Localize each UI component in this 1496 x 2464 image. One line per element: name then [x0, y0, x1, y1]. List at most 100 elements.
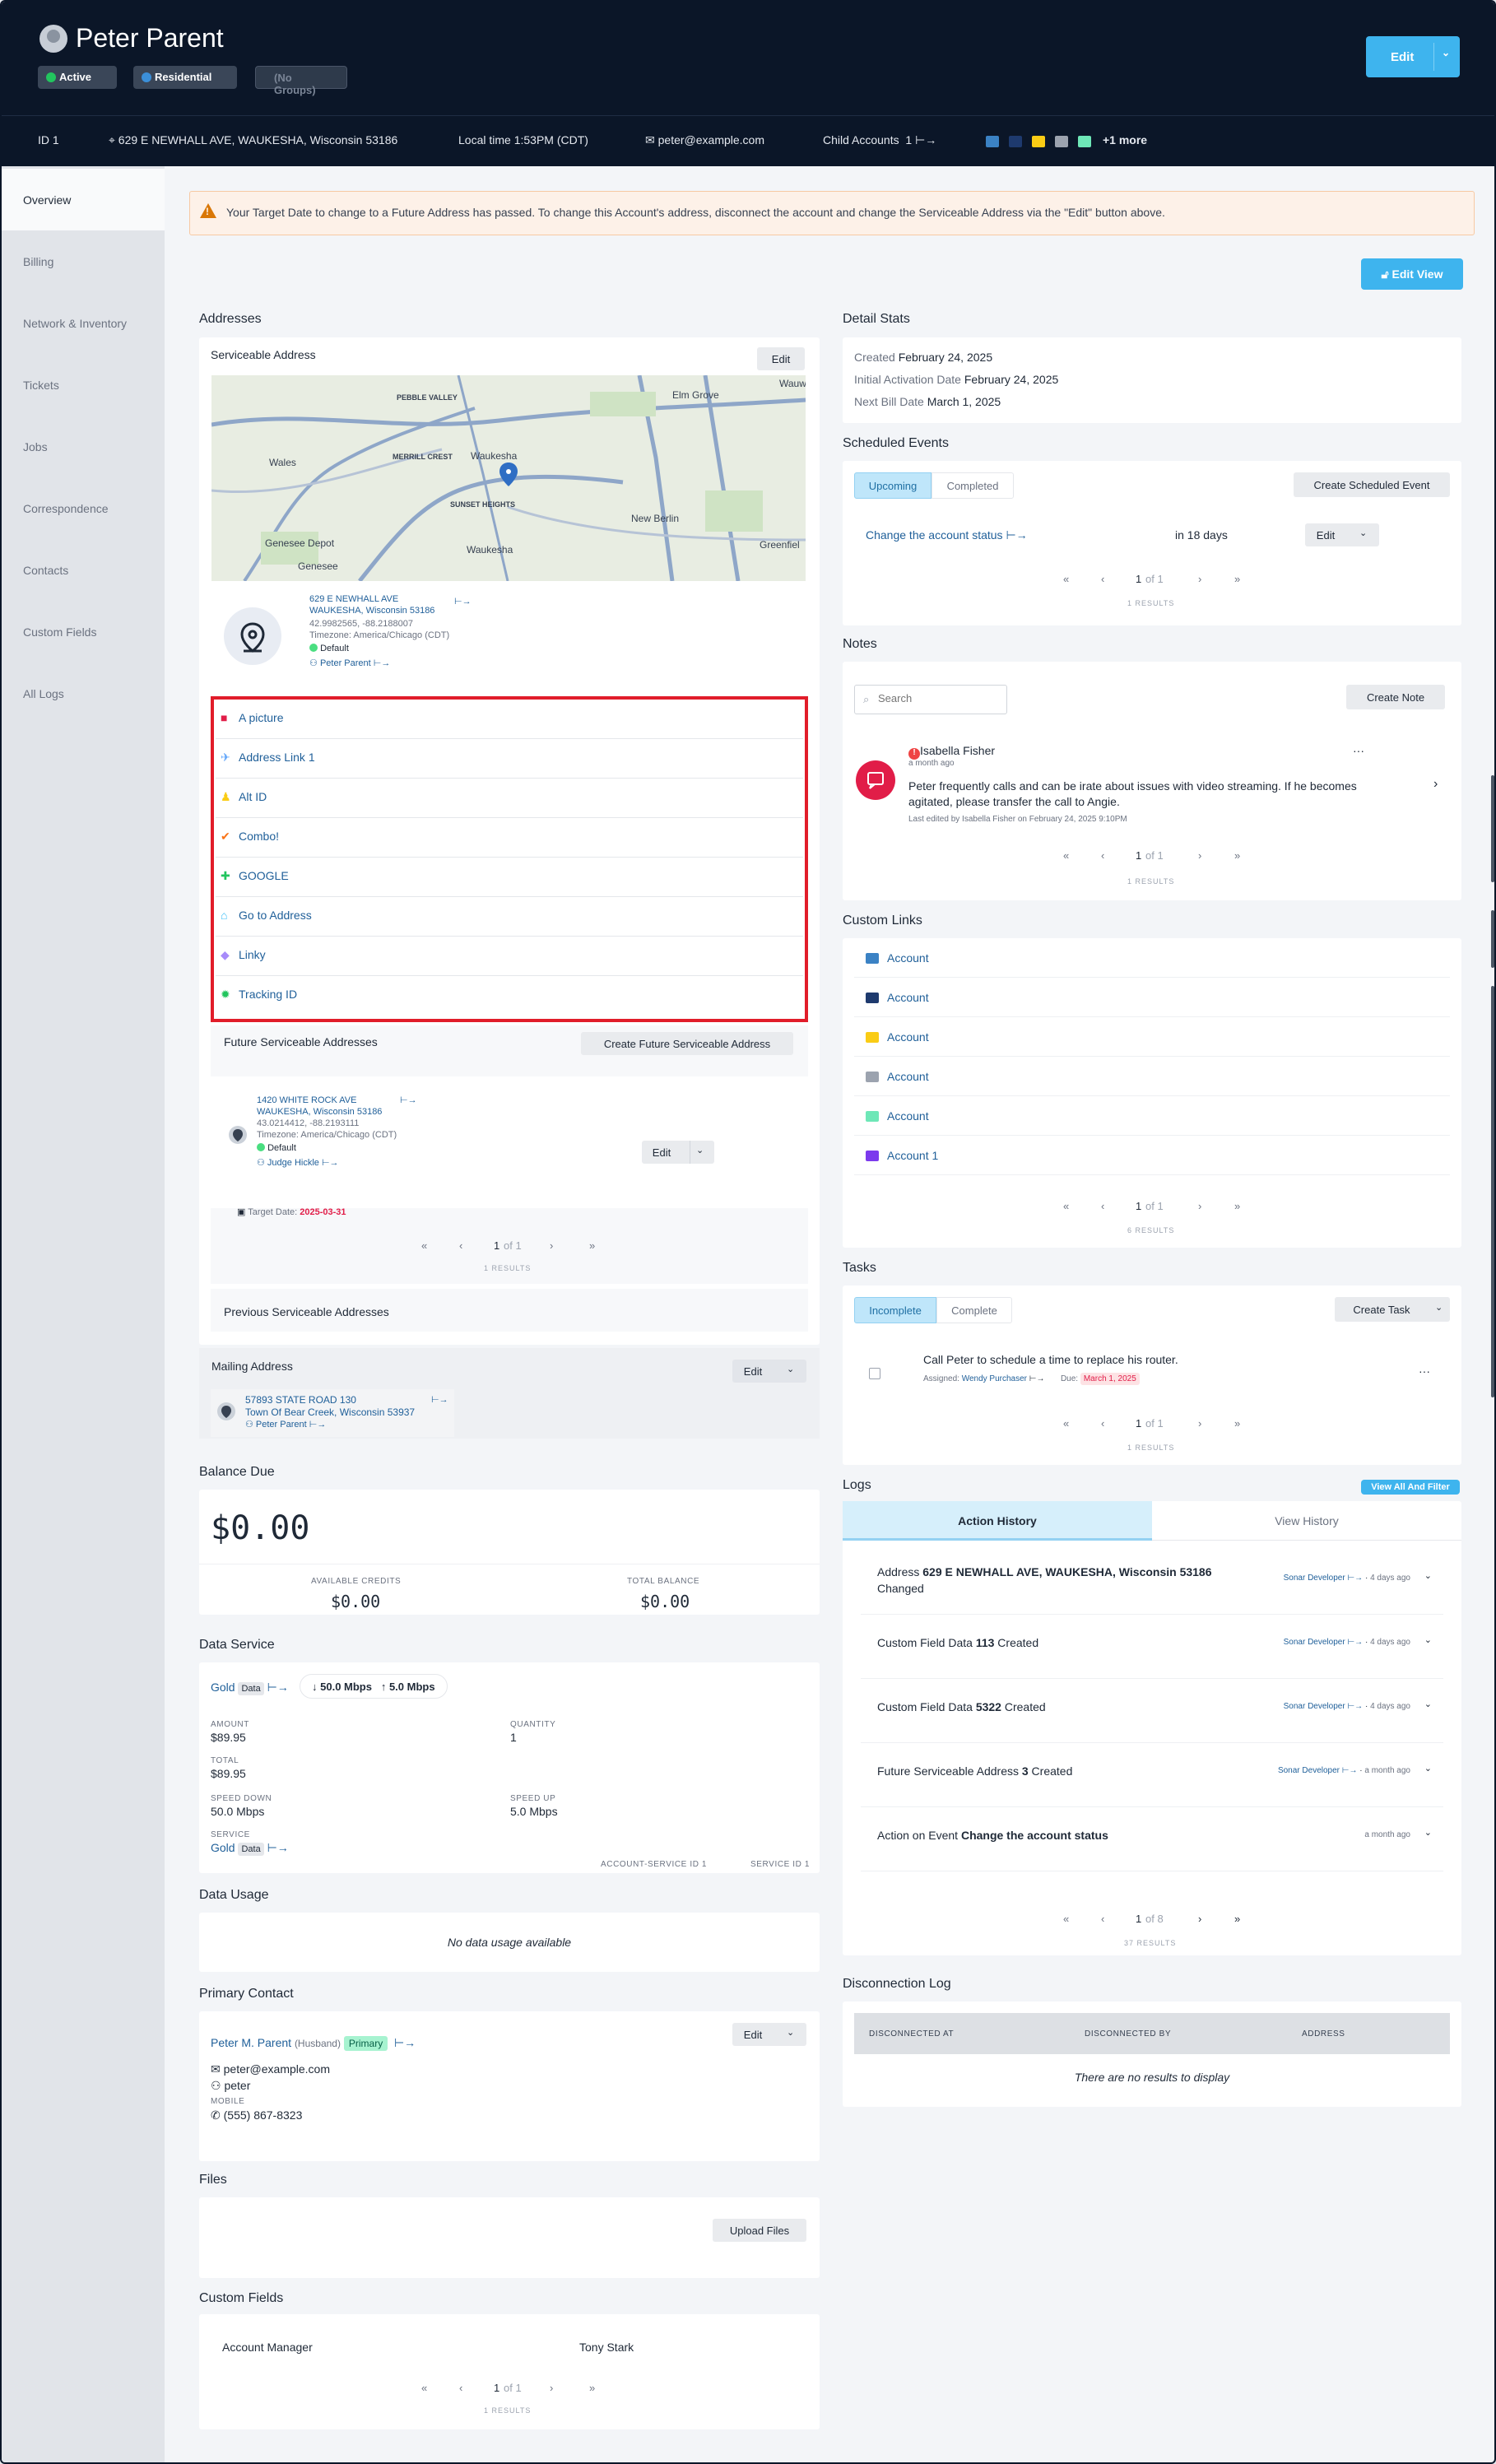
log-entry[interactable]: Custom Field Data 5322 Created Sonar Deve… [861, 1679, 1443, 1743]
address-link-item[interactable]: ✈ Address Link 1 [216, 739, 803, 779]
link-arrow-icon[interactable]: ⊢→ [431, 1394, 448, 1405]
prev-page-icon[interactable]: ‹ [1101, 849, 1104, 862]
last-page-icon[interactable]: » [1234, 1200, 1240, 1212]
next-page-icon[interactable]: › [550, 2382, 553, 2394]
first-page-icon[interactable]: « [1063, 573, 1069, 585]
prev-page-icon[interactable]: ‹ [1101, 1913, 1104, 1925]
account-address[interactable]: ⌖ 629 E NEWHALL AVE, WAUKESHA, Wisconsin… [109, 133, 397, 147]
mailing-contact[interactable]: ⚇ Peter Parent ⊢→ [245, 1419, 415, 1431]
first-page-icon[interactable]: « [1063, 1417, 1069, 1430]
previous-addresses[interactable]: Previous Serviceable Addresses [211, 1289, 808, 1332]
address-link-item[interactable]: ◆ Linky [216, 937, 803, 976]
edit-event-button[interactable]: Edit ⌄ [1305, 523, 1379, 546]
mailing-line2[interactable]: Town Of Bear Creek, Wisconsin 53937 [245, 1406, 415, 1419]
service-link[interactable]: Gold Data ⊢→ [211, 1841, 289, 1856]
edit-contact-button[interactable]: Edit ⌄ [732, 2023, 806, 2046]
log-entry[interactable]: Custom Field Data 113 Created Sonar Devel… [861, 1615, 1443, 1679]
create-future-address-button[interactable]: Create Future Serviceable Address [581, 1032, 793, 1055]
future-address-line2[interactable]: WAUKESHA, Wisconsin 53186 [257, 1106, 397, 1118]
address-link-item[interactable]: ■ A picture [216, 700, 803, 739]
prev-page-icon[interactable]: ‹ [1101, 573, 1104, 585]
log-entry[interactable]: Action on Event Change the account statu… [861, 1807, 1443, 1871]
edit-account-button[interactable]: Edit ⌄ [1366, 36, 1460, 77]
contact-name[interactable]: Peter M. Parent (Husband) Primary ⊢→ [211, 2036, 416, 2051]
tab-incomplete[interactable]: Incomplete [854, 1297, 936, 1323]
prev-page-icon[interactable]: ‹ [459, 1239, 462, 1252]
search-input[interactable] [878, 692, 1001, 704]
sidebar-item-billing[interactable]: Billing [2, 230, 165, 292]
mailing-line1[interactable]: 57893 STATE ROAD 130 [245, 1394, 415, 1406]
scheduled-event[interactable]: Change the account status ⊢→ [866, 528, 1028, 542]
future-contact[interactable]: ⚇ Judge Hickle ⊢→ [257, 1157, 397, 1169]
create-note-button[interactable]: Create Note [1346, 685, 1445, 709]
address-contact[interactable]: ⚇ Peter Parent ⊢→ [309, 658, 449, 669]
scrollbar-thumb[interactable] [1491, 775, 1494, 882]
create-scheduled-event-button[interactable]: Create Scheduled Event [1294, 472, 1450, 497]
tab-action-history[interactable]: Action History [843, 1501, 1152, 1541]
address-link-item[interactable]: ✚ GOOGLE [216, 858, 803, 897]
sidebar-item-correspondence[interactable]: Correspondence [2, 477, 165, 539]
note-menu-icon[interactable]: ··· [1353, 744, 1364, 757]
log-entry[interactable]: Address 629 E NEWHALL AVE, WAUKESHA, Wis… [861, 1550, 1443, 1615]
address-link-item[interactable]: ✔ Combo! [216, 818, 803, 858]
next-page-icon[interactable]: › [1198, 1200, 1201, 1212]
contact-mobile[interactable]: ✆ (555) 867-8323 [211, 2108, 302, 2122]
sidebar-item-network[interactable]: Network & Inventory [2, 292, 165, 354]
next-page-icon[interactable]: › [550, 1239, 553, 1252]
service-plan[interactable]: Gold Data ⊢→ [211, 1681, 289, 1695]
prev-page-icon[interactable]: ‹ [459, 2382, 462, 2394]
create-task-button[interactable]: Create Task ⌄ [1335, 1297, 1450, 1322]
address-link-item[interactable]: ⌂ Go to Address [216, 897, 803, 937]
prev-page-icon[interactable]: ‹ [1101, 1417, 1104, 1430]
more-links[interactable]: +1 more [1103, 133, 1147, 146]
tab-completed[interactable]: Completed [932, 472, 1014, 499]
custom-link-icons[interactable] [986, 135, 1101, 148]
prev-page-icon[interactable]: ‹ [1101, 1200, 1104, 1212]
first-page-icon[interactable]: « [1063, 1913, 1069, 1925]
contact-email[interactable]: ✉ peter@example.com [211, 2062, 330, 2076]
first-page-icon[interactable]: « [1063, 1200, 1069, 1212]
last-page-icon[interactable]: » [1234, 1913, 1240, 1925]
task-menu-icon[interactable]: ··· [1419, 1364, 1430, 1378]
tab-complete[interactable]: Complete [936, 1297, 1012, 1323]
first-page-icon[interactable]: « [421, 1239, 427, 1252]
address-line1[interactable]: 629 E NEWHALL AVE [309, 593, 449, 605]
child-accounts[interactable]: Child Accounts 1 ⊢→ [823, 133, 936, 147]
scrollbar-thumb[interactable] [1491, 986, 1494, 1397]
tab-upcoming[interactable]: Upcoming [854, 472, 932, 499]
tab-view-history[interactable]: View History [1152, 1501, 1461, 1541]
edit-mailing-button[interactable]: Edit ⌄ [732, 1360, 806, 1383]
address-map[interactable]: PEBBLE VALLEY Elm Grove Wauwat MERRILL C… [211, 375, 806, 581]
future-address-line1[interactable]: 1420 WHITE ROCK AVE [257, 1095, 397, 1106]
sidebar-item-custom-fields[interactable]: Custom Fields [2, 601, 165, 662]
chevron-right-icon[interactable]: › [1433, 777, 1438, 792]
link-arrow-icon[interactable]: ⊢→ [400, 1095, 417, 1105]
sidebar-item-overview[interactable]: Overview [2, 169, 165, 230]
custom-link-item[interactable]: Account 1 [854, 1136, 1450, 1175]
address-link-item[interactable]: ♟ Alt ID [216, 779, 803, 818]
account-email[interactable]: ✉ peter@example.com [645, 133, 764, 147]
scrollbar-thumb[interactable] [1491, 910, 1494, 968]
sidebar-item-all-logs[interactable]: All Logs [2, 662, 165, 724]
custom-link-item[interactable]: Account [854, 1017, 1450, 1057]
custom-link-item[interactable]: Account [854, 1096, 1450, 1136]
custom-link-item[interactable]: Account [854, 978, 1450, 1017]
next-page-icon[interactable]: › [1198, 849, 1201, 862]
last-page-icon[interactable]: » [589, 2382, 595, 2394]
chevron-down-icon[interactable]: ⌄ [1442, 47, 1450, 58]
edit-future-button[interactable]: Edit ⌄ [642, 1141, 714, 1164]
next-page-icon[interactable]: › [1198, 1417, 1201, 1430]
last-page-icon[interactable]: » [1234, 1417, 1240, 1430]
sidebar-item-jobs[interactable]: Jobs [2, 416, 165, 477]
last-page-icon[interactable]: » [1234, 573, 1240, 585]
next-page-icon[interactable]: › [1198, 1913, 1201, 1925]
custom-link-item[interactable]: Account [854, 1057, 1450, 1096]
last-page-icon[interactable]: » [1234, 849, 1240, 862]
edit-view-button[interactable]: 🔓︎ Edit View [1361, 258, 1463, 290]
sidebar-item-tickets[interactable]: Tickets [2, 354, 165, 416]
notes-search-input[interactable]: ⌕ [854, 685, 1007, 714]
custom-link-item[interactable]: Account [854, 938, 1450, 978]
address-link-item[interactable]: ✹ Tracking ID [216, 976, 803, 1016]
link-arrow-icon[interactable]: ⊢→ [454, 596, 472, 607]
edit-serviceable-button[interactable]: Edit [757, 347, 805, 370]
